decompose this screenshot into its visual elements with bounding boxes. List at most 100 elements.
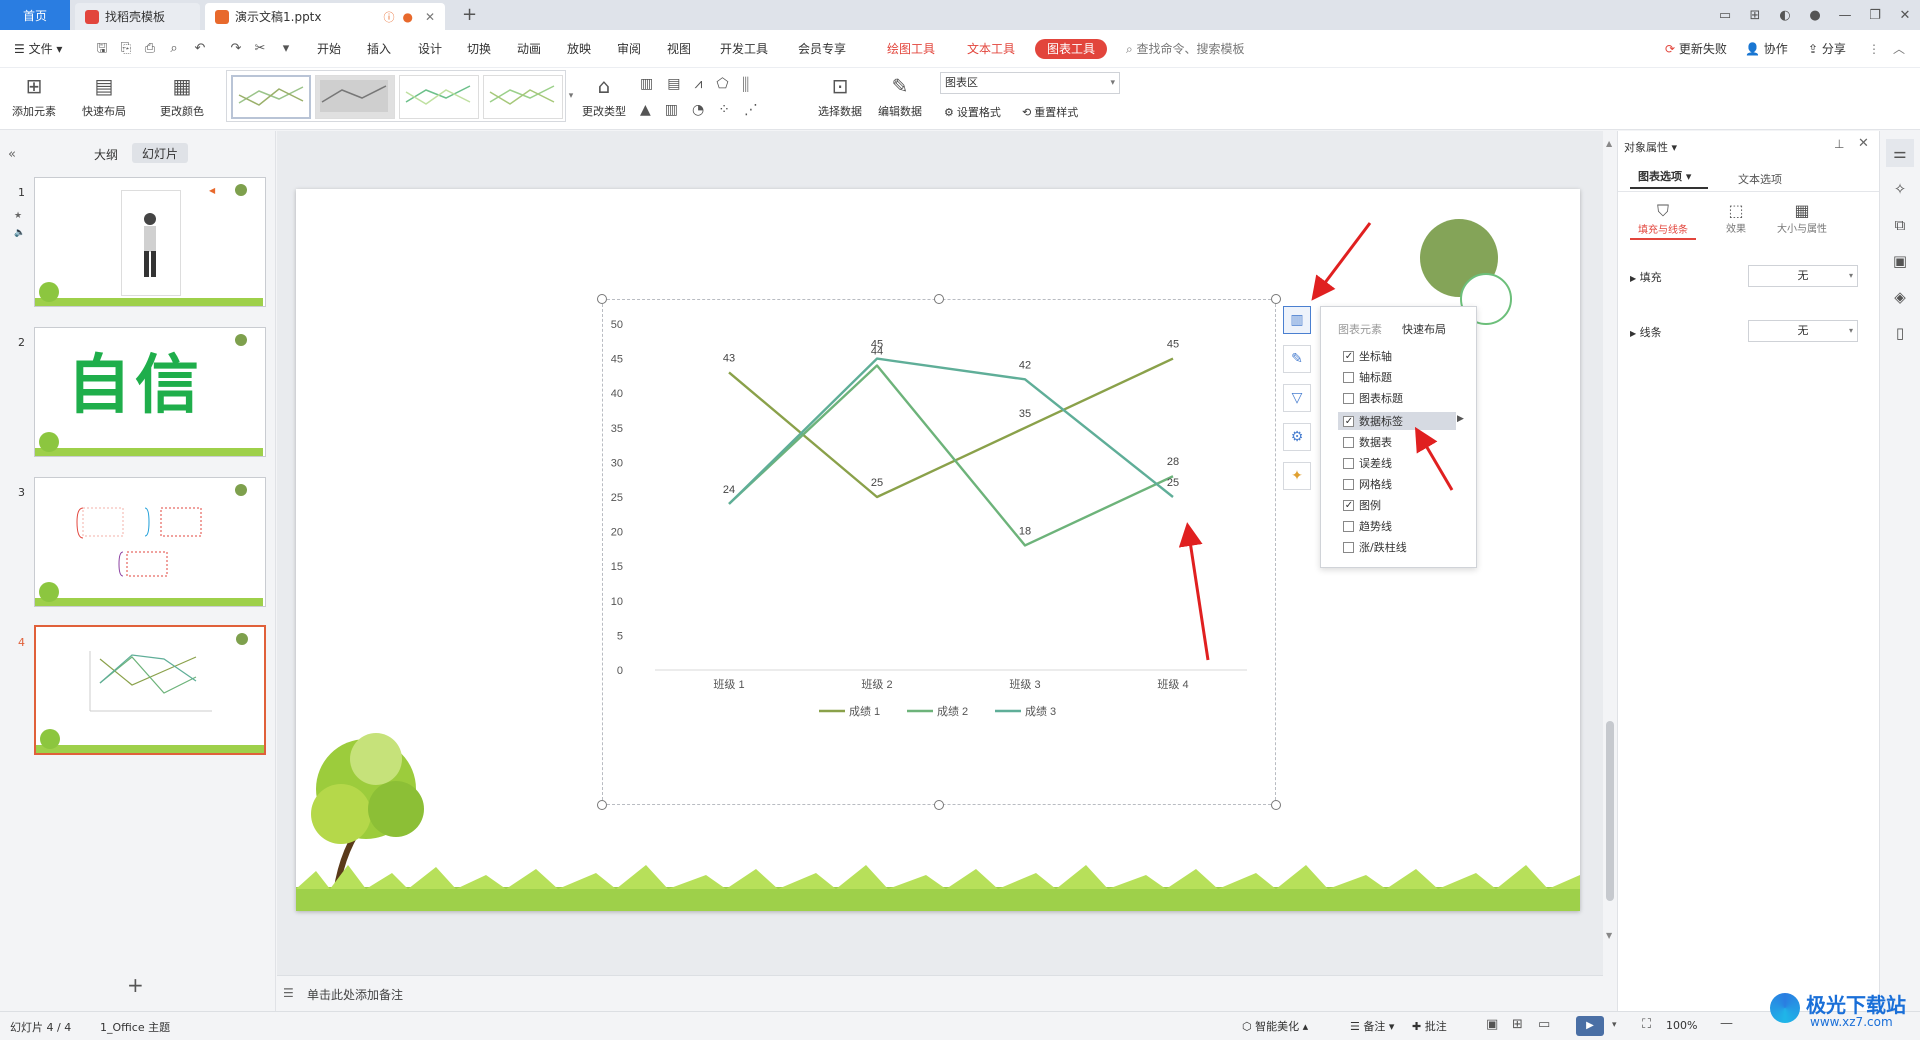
layout-icon[interactable]: ▭ bbox=[1710, 8, 1740, 23]
chart-object[interactable]: 0 5 10 15 20 25 30 35 40 45 50 班级 1 班级 2 班级 3 班级 4 43 25… bbox=[602, 299, 1276, 805]
axis-title-checkbox[interactable] bbox=[1343, 371, 1354, 383]
edit-data-button[interactable]: ✎ 编辑数据 bbox=[878, 72, 922, 119]
tab-document[interactable]: 演示文稿1.pptx ⓘ ● ✕ bbox=[205, 3, 445, 30]
error-bars-checkbox[interactable] bbox=[1343, 457, 1354, 469]
minimize-icon[interactable]: — bbox=[1830, 8, 1860, 23]
popup-item-legend[interactable]: 图例 bbox=[1343, 496, 1381, 514]
menu-animation[interactable]: 动画 bbox=[517, 30, 541, 68]
animation-icon[interactable]: ✧ bbox=[1886, 175, 1914, 203]
submenu-arrow-icon[interactable]: ▶ bbox=[1457, 414, 1464, 424]
properties-icon[interactable]: ⚌ bbox=[1886, 139, 1914, 167]
resize-handle-se[interactable] bbox=[1271, 800, 1281, 810]
tab-template[interactable]: 找稻壳模板 bbox=[75, 3, 200, 30]
menu-slideshow[interactable]: 放映 bbox=[567, 30, 591, 68]
chart-style-4[interactable] bbox=[483, 75, 563, 119]
axis-checkbox[interactable] bbox=[1343, 350, 1354, 362]
chart-style-gallery[interactable] bbox=[226, 70, 566, 122]
skin-icon[interactable]: ◐ bbox=[1770, 8, 1800, 23]
slide-thumb-1[interactable]: ◀ bbox=[34, 177, 266, 307]
scroll-up-icon[interactable]: ▲ bbox=[1606, 139, 1612, 148]
resize-handle-nw[interactable] bbox=[597, 294, 607, 304]
more-icon[interactable]: ⋮ bbox=[1868, 30, 1880, 68]
chart-elements-button[interactable]: ▥ bbox=[1283, 306, 1311, 334]
resize-handle-n[interactable] bbox=[934, 294, 944, 304]
avatar[interactable]: ● bbox=[1800, 8, 1830, 23]
menu-insert[interactable]: 插入 bbox=[367, 30, 391, 68]
updown-bars-checkbox[interactable] bbox=[1343, 541, 1354, 553]
scroll-down-icon[interactable]: ▼ bbox=[1606, 931, 1612, 940]
add-element-button[interactable]: ⊞ 添加元素 bbox=[12, 72, 56, 119]
trendline-checkbox[interactable] bbox=[1343, 520, 1354, 532]
new-tab-icon[interactable]: + bbox=[462, 4, 477, 25]
zoom-out-icon[interactable]: — bbox=[1720, 1016, 1733, 1031]
slide-thumb-2[interactable]: 自信 bbox=[34, 327, 266, 457]
pin-icon[interactable]: ⊥ bbox=[1834, 137, 1844, 151]
fill-section-toggle[interactable]: ▶ 填充 bbox=[1630, 269, 1662, 285]
chart-type-row-1[interactable]: ▥▤⩘⬠⫼ bbox=[640, 76, 800, 92]
popup-item-trendline[interactable]: 趋势线 bbox=[1343, 517, 1392, 535]
sorter-view-icon[interactable]: ⊞ bbox=[1512, 1017, 1523, 1032]
resize-handle-s[interactable] bbox=[934, 800, 944, 810]
chart-tips-button[interactable]: ✦ bbox=[1283, 462, 1311, 490]
popup-item-data-table[interactable]: 数据表 bbox=[1343, 433, 1392, 451]
smart-beautify-button[interactable]: ⬡ 智能美化 ▴ bbox=[1242, 1018, 1308, 1034]
popup-item-axis-title[interactable]: 轴标题 bbox=[1343, 368, 1392, 386]
more-quick-icon[interactable]: ▾ bbox=[278, 41, 294, 57]
image-icon[interactable]: ▣ bbox=[1886, 247, 1914, 275]
notes-toggle-button[interactable]: ☰ 备注 ▾ bbox=[1350, 1018, 1394, 1034]
legend-checkbox[interactable] bbox=[1343, 499, 1354, 511]
popup-tab-layout[interactable]: 快速布局 bbox=[1402, 321, 1446, 337]
collaborate-button[interactable]: 👤 协作 bbox=[1745, 30, 1788, 68]
close-window-icon[interactable]: ✕ bbox=[1890, 8, 1920, 23]
normal-view-icon[interactable]: ▣ bbox=[1486, 1017, 1498, 1032]
resize-handle-ne[interactable] bbox=[1271, 294, 1281, 304]
file-menu[interactable]: ☰ 文件 ▾ bbox=[14, 30, 62, 68]
close-panel-icon[interactable]: ✕ bbox=[1858, 136, 1869, 151]
theme-name[interactable]: 1_Office 主题 bbox=[100, 1019, 170, 1035]
tab-home[interactable]: 首页 bbox=[0, 0, 70, 30]
menu-transition[interactable]: 切换 bbox=[467, 30, 491, 68]
popup-item-chart-title[interactable]: 图表标题 bbox=[1343, 389, 1403, 407]
chart-style-2[interactable] bbox=[315, 75, 395, 119]
menu-member[interactable]: 会员专享 bbox=[798, 30, 846, 68]
tab-outline[interactable]: 大纲 bbox=[94, 146, 118, 163]
data-labels-checkbox[interactable] bbox=[1343, 415, 1354, 427]
menu-design[interactable]: 设计 bbox=[418, 30, 442, 68]
fill-select[interactable]: 无 ▾ bbox=[1748, 265, 1858, 287]
reading-view-icon[interactable]: ▭ bbox=[1538, 1017, 1550, 1032]
add-slide-icon[interactable]: + bbox=[127, 973, 144, 997]
popup-item-updown-bars[interactable]: 涨/跌柱线 bbox=[1343, 538, 1407, 556]
command-search[interactable]: ⌕ 查找命令、搜索模板 bbox=[1126, 30, 1245, 68]
change-color-button[interactable]: ▦ 更改颜色 bbox=[160, 72, 204, 119]
menu-developer[interactable]: 开发工具 bbox=[720, 30, 768, 68]
line-section-toggle[interactable]: ▶ 线条 bbox=[1630, 324, 1662, 340]
preview-icon[interactable]: ⌕ bbox=[166, 41, 182, 57]
subtab-effects[interactable]: ⬚ 效果 bbox=[1716, 201, 1756, 235]
set-format-button[interactable]: ⚙ 设置格式 bbox=[944, 104, 1001, 120]
chart-area-select[interactable]: 图表区 ▾ bbox=[940, 72, 1120, 94]
resize-handle-sw[interactable] bbox=[597, 800, 607, 810]
gallery-more-icon[interactable]: ▾ bbox=[566, 70, 576, 122]
close-tab-icon[interactable]: ✕ bbox=[425, 10, 435, 24]
format-painter-icon[interactable]: ✂ bbox=[252, 41, 268, 57]
collapse-ribbon-icon[interactable]: ︿ bbox=[1893, 30, 1905, 68]
export-icon[interactable]: ⎘ bbox=[118, 41, 134, 57]
subtab-fill-line[interactable]: ⛉ 填充与线条 bbox=[1630, 201, 1696, 240]
select-data-button[interactable]: ⊡ 选择数据 bbox=[818, 72, 862, 119]
change-type-button[interactable]: ⌂ 更改类型 bbox=[582, 72, 626, 119]
reset-style-button[interactable]: ⟲ 重置样式 bbox=[1022, 104, 1078, 120]
chart-filter-button[interactable]: ▽ bbox=[1283, 384, 1311, 412]
data-table-checkbox[interactable] bbox=[1343, 436, 1354, 448]
undo-icon[interactable]: ↶ bbox=[192, 41, 208, 57]
share-button[interactable]: ⇪ 分享 bbox=[1808, 30, 1846, 68]
book-icon[interactable]: ▯ bbox=[1886, 319, 1914, 347]
scroll-thumb[interactable] bbox=[1606, 721, 1614, 901]
menu-drawing-tools[interactable]: 绘图工具 bbox=[887, 30, 935, 68]
zoom-level[interactable]: 100% bbox=[1666, 1019, 1697, 1032]
fit-window-icon[interactable]: ⛶ bbox=[1642, 1017, 1651, 1032]
menu-view[interactable]: 视图 bbox=[667, 30, 691, 68]
apps-grid-icon[interactable]: ⊞ bbox=[1740, 8, 1770, 23]
chart-style-button[interactable]: ✎ bbox=[1283, 345, 1311, 373]
menu-text-tools[interactable]: 文本工具 bbox=[967, 30, 1015, 68]
popup-tab-elements[interactable]: 图表元素 bbox=[1338, 321, 1382, 337]
